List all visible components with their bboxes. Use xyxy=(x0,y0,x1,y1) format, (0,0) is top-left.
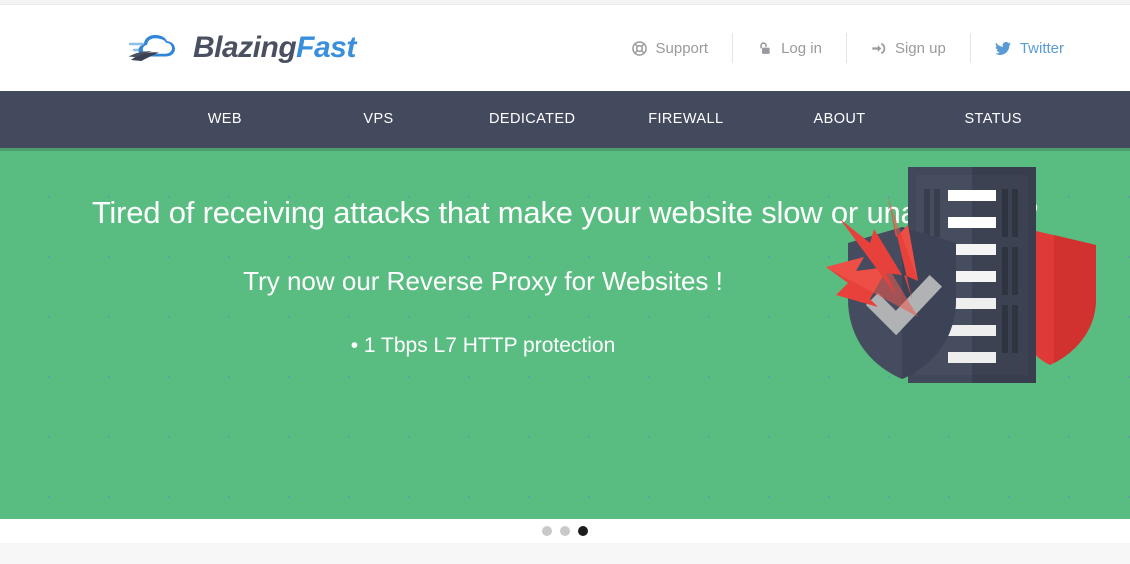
header-link-signup[interactable]: Sign up xyxy=(847,31,970,65)
twitter-bird-icon xyxy=(994,41,1011,55)
cloud-speed-icon xyxy=(128,31,184,65)
server-shield-attack-icon xyxy=(826,159,1112,407)
carousel-indicators xyxy=(0,519,1130,543)
header-link-support-label: Support xyxy=(655,39,709,57)
header-link-login[interactable]: Log in xyxy=(733,31,846,65)
carousel-dot-3[interactable] xyxy=(578,526,588,536)
carousel-dot-2[interactable] xyxy=(560,526,570,536)
sign-in-arrow-icon xyxy=(871,41,886,56)
header-link-signup-label: Sign up xyxy=(894,39,946,57)
brand-name-part2: Fast xyxy=(296,31,356,64)
lifebuoy-icon xyxy=(631,40,647,56)
header-link-twitter[interactable]: Twitter xyxy=(971,31,1088,65)
header-link-login-label: Log in xyxy=(781,39,822,57)
nav-item-dedicated[interactable]: DEDICATED xyxy=(455,91,609,148)
below-fold-section xyxy=(0,543,1130,564)
nav-item-vps[interactable]: VPS xyxy=(302,91,456,148)
header-link-twitter-label: Twitter xyxy=(1019,39,1064,57)
hero-banner: Tired of receiving attacks that make you… xyxy=(0,151,1130,519)
nav-item-firewall[interactable]: FIREWALL xyxy=(609,91,763,148)
main-navigation: WEB VPS DEDICATED FIREWALL ABOUT STATUS xyxy=(0,91,1130,148)
site-header: BlazingFast Support Log in Sign up Twitt… xyxy=(0,5,1130,91)
brand-name-part1: Blazing xyxy=(193,31,297,64)
nav-item-web[interactable]: WEB xyxy=(148,91,302,148)
brand-logo-text: BlazingFast xyxy=(193,33,356,63)
carousel-dot-1[interactable] xyxy=(542,526,552,536)
nav-item-status[interactable]: STATUS xyxy=(916,91,1070,148)
header-link-support[interactable]: Support xyxy=(608,31,733,65)
open-padlock-icon xyxy=(757,41,772,56)
header-nav: Support Log in Sign up Twitter xyxy=(608,31,1088,65)
nav-item-about[interactable]: ABOUT xyxy=(763,91,917,148)
brand-logo[interactable]: BlazingFast xyxy=(128,31,356,65)
